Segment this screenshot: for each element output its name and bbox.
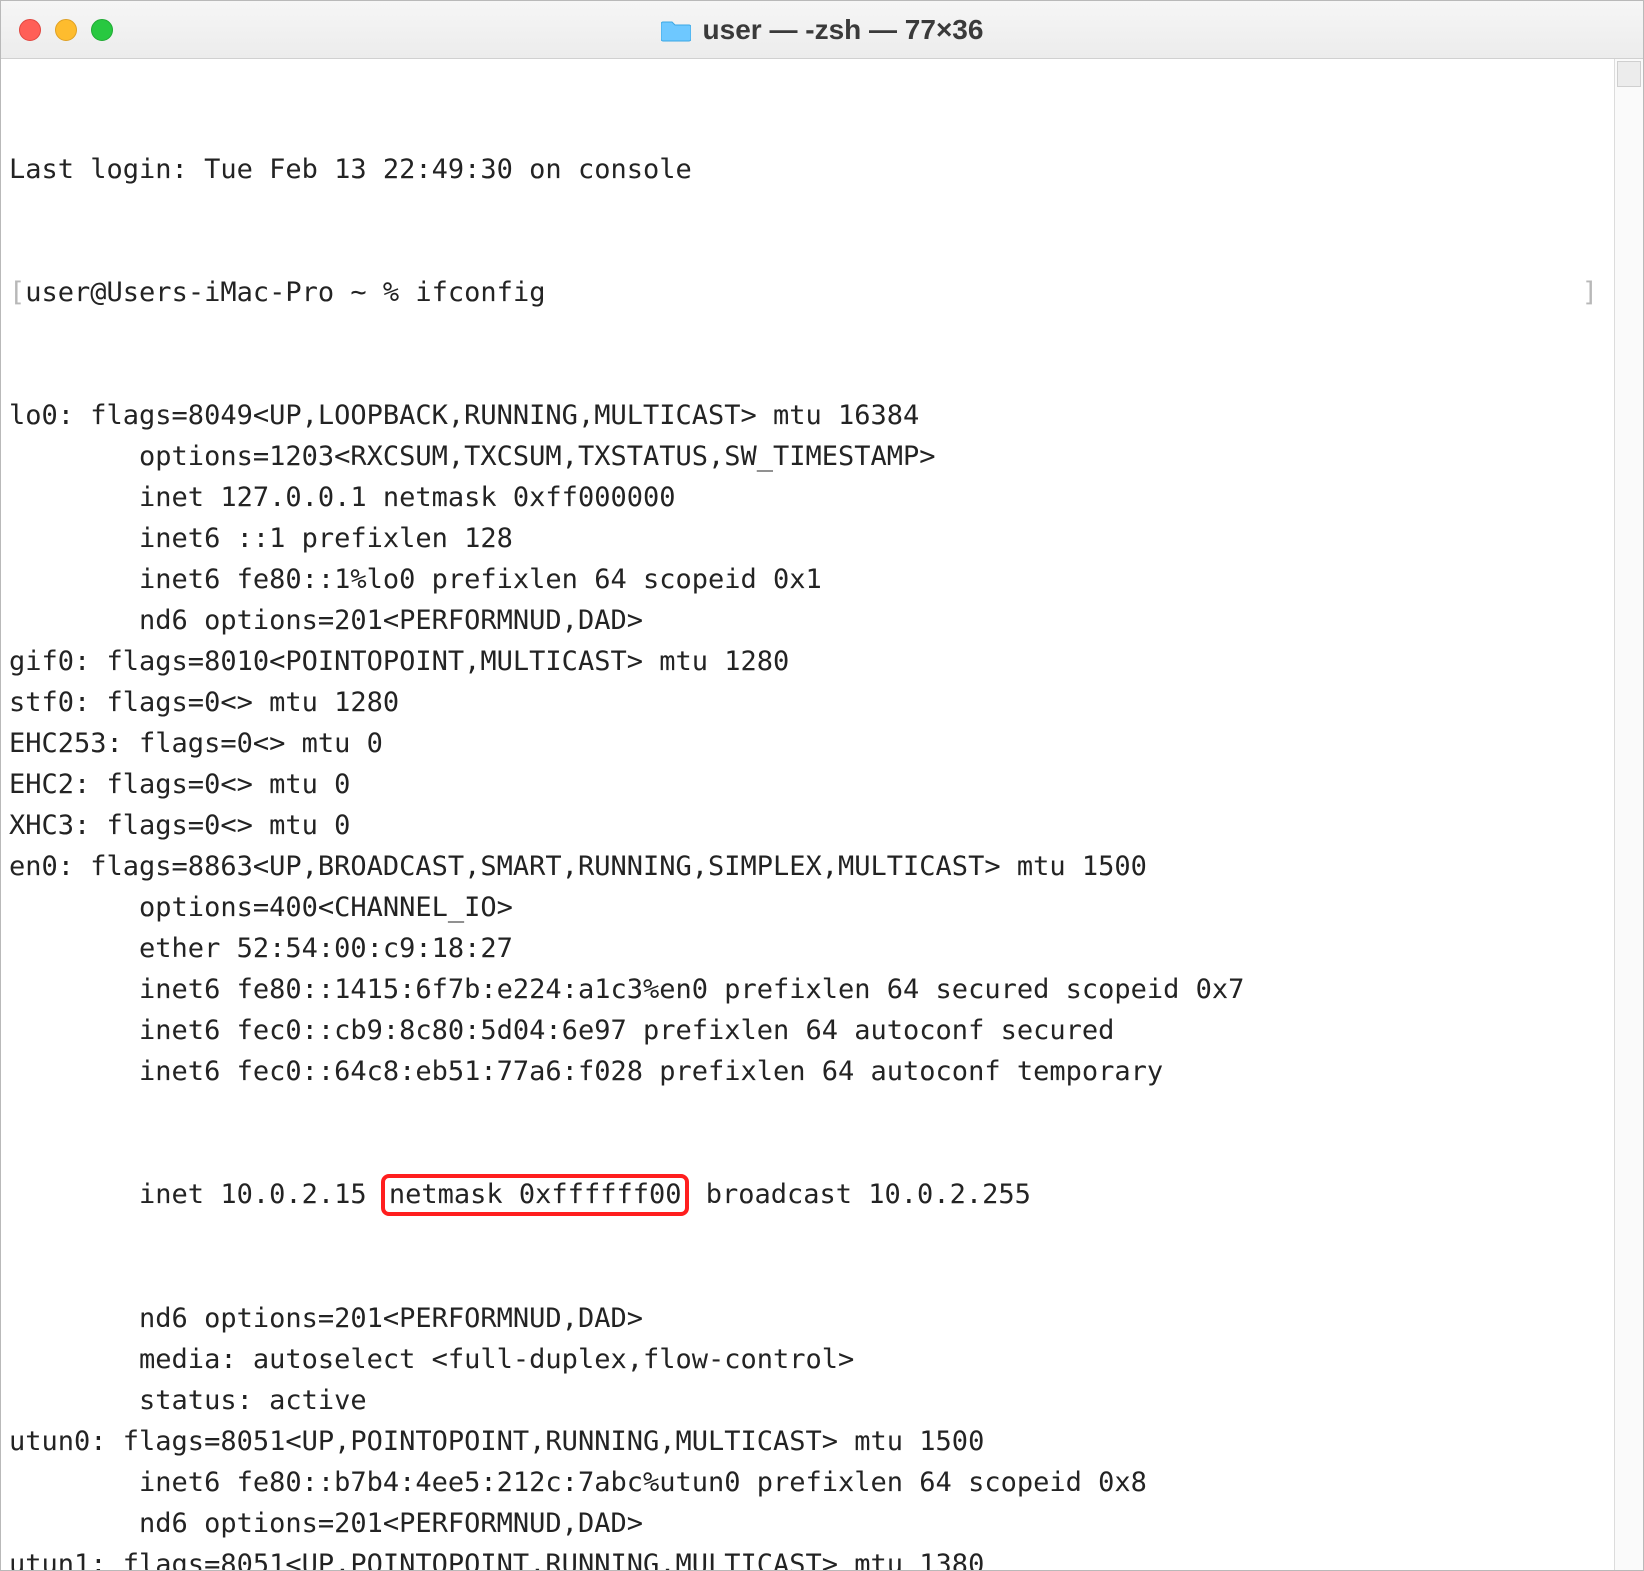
output-line: EHC2: flags=0<> mtu 0 (9, 764, 1604, 805)
output-line: lo0: flags=8049<UP,LOOPBACK,RUNNING,MULT… (9, 395, 1604, 436)
output-line: inet6 fe80::1%lo0 prefixlen 64 scopeid 0… (9, 559, 1604, 600)
output-line: options=1203<RXCSUM,TXCSUM,TXSTATUS,SW_T… (9, 436, 1604, 477)
window-controls (19, 19, 113, 41)
body: Last login: Tue Feb 13 22:49:30 on conso… (1, 59, 1643, 1570)
output-line: nd6 options=201<PERFORMNUD,DAD> (9, 1298, 1604, 1339)
netmask-highlight: netmask 0xffffff00 (381, 1174, 690, 1216)
output-line: stf0: flags=0<> mtu 1280 (9, 682, 1604, 723)
output-line: nd6 options=201<PERFORMNUD,DAD> (9, 600, 1604, 641)
output-line: status: active (9, 1380, 1604, 1421)
close-icon[interactable] (19, 19, 41, 41)
output-line: inet6 fec0::cb9:8c80:5d04:6e97 prefixlen… (9, 1010, 1604, 1051)
output-line: inet 127.0.0.1 netmask 0xff000000 (9, 477, 1604, 518)
prompt-text: user@Users-iMac-Pro ~ % (25, 277, 415, 308)
output-line: en0: flags=8863<UP,BROADCAST,SMART,RUNNI… (9, 846, 1604, 887)
zoom-icon[interactable] (91, 19, 113, 41)
prompt-line-1: [user@Users-iMac-Pro ~ % ifconfig] (9, 272, 1604, 313)
output-line: inet6 fec0::64c8:eb51:77a6:f028 prefixle… (9, 1051, 1604, 1092)
scroll-thumb[interactable] (1617, 61, 1641, 87)
terminal-output[interactable]: Last login: Tue Feb 13 22:49:30 on conso… (1, 59, 1614, 1570)
output-line: inet6 fe80::b7b4:4ee5:212c:7abc%utun0 pr… (9, 1462, 1604, 1503)
titlebar[interactable]: user — -zsh — 77×36 (1, 1, 1643, 59)
output-line: inet6 ::1 prefixlen 128 (9, 518, 1604, 559)
last-login-line: Last login: Tue Feb 13 22:49:30 on conso… (9, 149, 1604, 190)
output-line: utun0: flags=8051<UP,POINTOPOINT,RUNNING… (9, 1421, 1604, 1462)
terminal-window: user — -zsh — 77×36 Last login: Tue Feb … (0, 0, 1644, 1571)
window-title: user — -zsh — 77×36 (703, 14, 984, 46)
en0-inet-line: inet 10.0.2.15 netmask 0xffffff00 broadc… (9, 1174, 1604, 1216)
output-line: XHC3: flags=0<> mtu 0 (9, 805, 1604, 846)
output-line: utun1: flags=8051<UP,POINTOPOINT,RUNNING… (9, 1544, 1604, 1570)
output-line: nd6 options=201<PERFORMNUD,DAD> (9, 1503, 1604, 1544)
output-line: inet6 fe80::1415:6f7b:e224:a1c3%en0 pref… (9, 969, 1604, 1010)
title-group: user — -zsh — 77×36 (1, 14, 1643, 46)
scrollbar[interactable] (1614, 59, 1643, 1570)
output-line: options=400<CHANNEL_IO> (9, 887, 1604, 928)
output-line: media: autoselect <full-duplex,flow-cont… (9, 1339, 1604, 1380)
minimize-icon[interactable] (55, 19, 77, 41)
output-line: ether 52:54:00:c9:18:27 (9, 928, 1604, 969)
en0-inet-suffix: broadcast 10.0.2.255 (689, 1179, 1030, 1210)
folder-icon (661, 18, 691, 42)
command-text: ifconfig (415, 277, 545, 308)
output-line: EHC253: flags=0<> mtu 0 (9, 723, 1604, 764)
en0-inet-prefix: inet 10.0.2.15 (9, 1179, 383, 1210)
output-line: gif0: flags=8010<POINTOPOINT,MULTICAST> … (9, 641, 1604, 682)
